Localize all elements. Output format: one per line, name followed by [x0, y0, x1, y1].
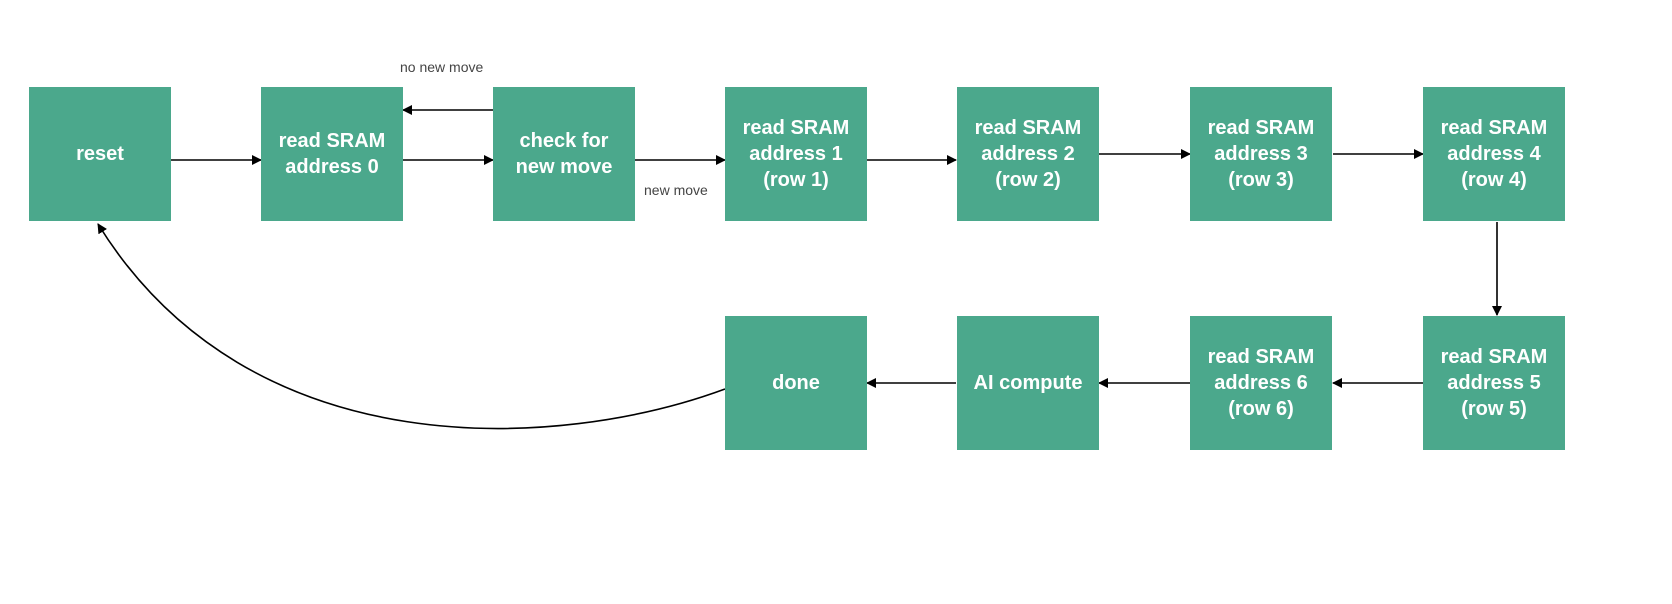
state-diagram: reset read SRAM address 0 check for new … [0, 0, 1672, 604]
node-read-sram-address-3: read SRAM address 3 (row 3) [1190, 87, 1332, 221]
edge-done-reset [97, 223, 726, 430]
node-read-sram-address-4: read SRAM address 4 (row 4) [1423, 87, 1565, 221]
node-read-sram-address-1: read SRAM address 1 (row 1) [725, 87, 867, 221]
edge-label-no-new-move: no new move [400, 59, 484, 75]
node-read-sram-address-6: read SRAM address 6 (row 6) [1190, 316, 1332, 450]
node-reset: reset [29, 87, 171, 221]
node-check-for-new-move: check for new move [493, 87, 635, 221]
node-done: done [725, 316, 867, 450]
node-ai-compute: AI compute [957, 316, 1099, 450]
edge-label-new-move: new move [644, 182, 708, 198]
node-read-sram-address-5: read SRAM address 5 (row 5) [1423, 316, 1565, 450]
node-read-sram-address-2: read SRAM address 2 (row 2) [957, 87, 1099, 221]
node-read-sram-address-0: read SRAM address 0 [261, 87, 403, 221]
